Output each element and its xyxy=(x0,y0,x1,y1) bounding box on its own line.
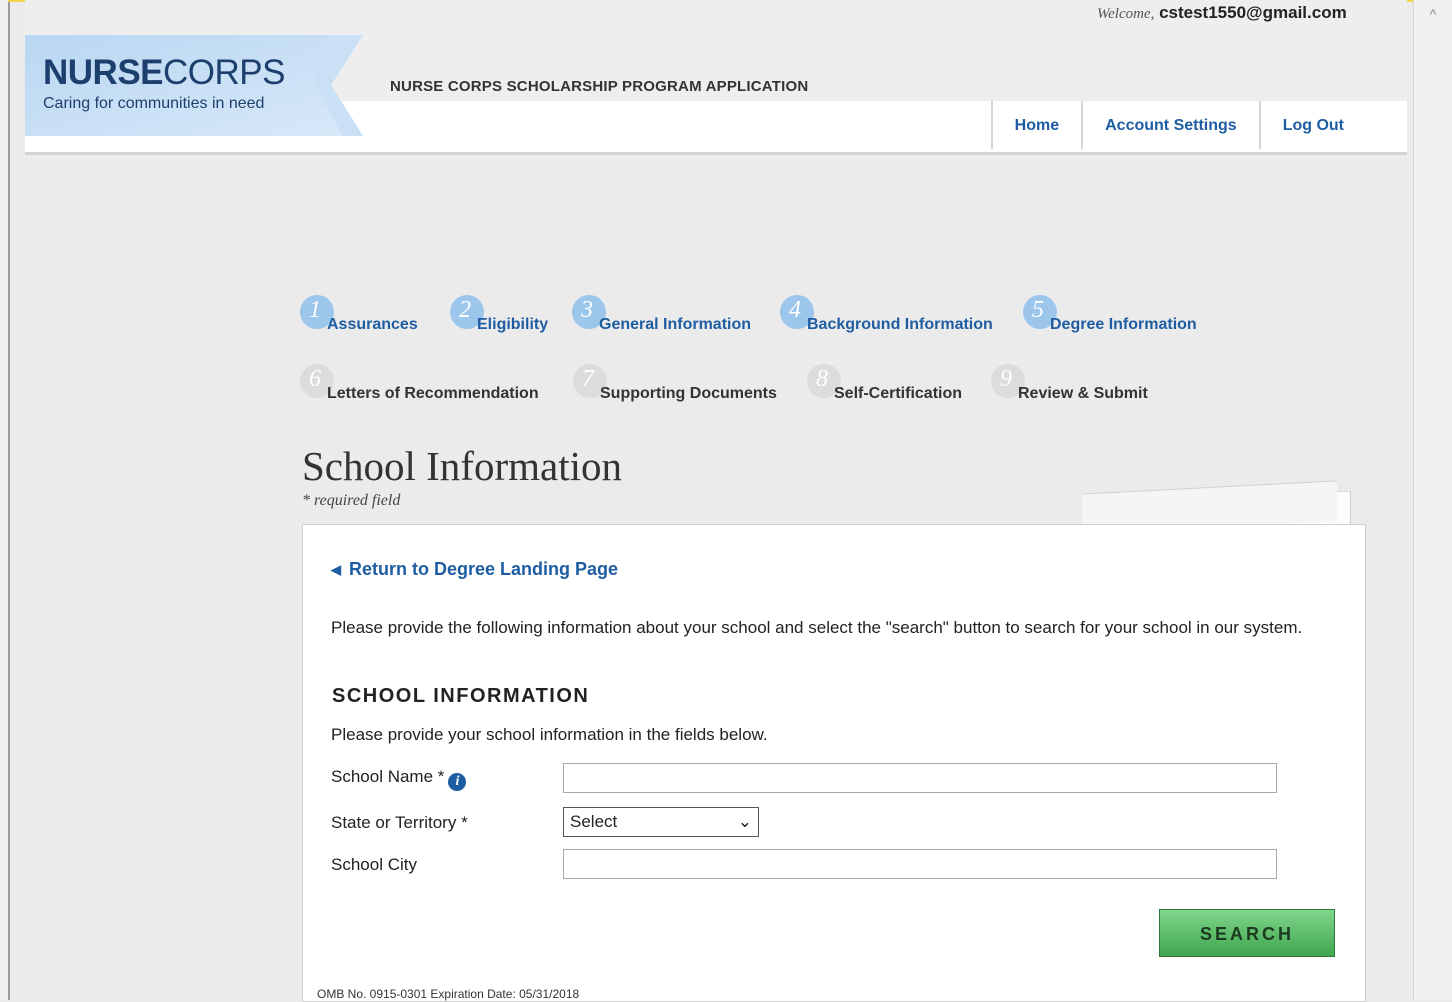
app-title: NURSE CORPS SCHOLARSHIP PROGRAM APPLICAT… xyxy=(390,78,809,95)
vertical-scrollbar[interactable]: ^ xyxy=(1413,0,1452,1000)
logo-tagline: Caring for communities in need xyxy=(43,95,265,112)
top-nav: Home Account Settings Log Out xyxy=(990,101,1366,149)
intro-text: Please provide the following information… xyxy=(331,618,1303,637)
step-label[interactable]: Eligibility xyxy=(477,316,548,334)
step-label: Supporting Documents xyxy=(600,385,777,402)
school-information-form: ◀ Return to Degree Landing Page Please pr… xyxy=(302,524,1366,1002)
state-territory-select[interactable]: Select ⌄ xyxy=(563,807,759,837)
nav-account-settings-link[interactable]: Account Settings xyxy=(1081,101,1259,149)
page-title: School Information xyxy=(302,443,622,489)
info-icon[interactable]: i xyxy=(448,773,467,791)
state-selected-value: Select xyxy=(570,812,618,831)
required-field-note: * required field xyxy=(302,492,401,509)
back-triangle-icon: ◀ xyxy=(331,562,341,577)
chevron-down-icon: ⌄ xyxy=(737,812,752,831)
logo-wordmark: NURSECORPS xyxy=(43,53,285,92)
nurse-corps-logo[interactable]: NURSECORPS Caring for communities in nee… xyxy=(25,35,365,137)
school-city-input[interactable] xyxy=(563,849,1277,879)
back-link-label: Return to Degree Landing Page xyxy=(349,559,619,579)
step-label: Letters of Recommendation xyxy=(327,385,539,402)
window-left-edge xyxy=(0,0,10,1000)
nav-log-out-link[interactable]: Log Out xyxy=(1258,101,1366,149)
welcome-username: cstest1550@gmail.com xyxy=(1159,3,1347,22)
nav-home-link[interactable]: Home xyxy=(990,101,1081,149)
welcome-message: Welcome, cstest1550@gmail.com xyxy=(1097,0,1347,27)
step-label[interactable]: Assurances xyxy=(327,316,418,334)
school-city-label: School City xyxy=(331,855,417,874)
omb-expiration-note: OMB No. 0915-0301 Expiration Date: 05/31… xyxy=(317,987,580,1001)
step-label[interactable]: Degree Information xyxy=(1050,316,1197,334)
school-name-label: School Name * i xyxy=(331,767,467,791)
step-label[interactable]: Background Information xyxy=(807,316,993,334)
state-territory-label: State or Territory * xyxy=(331,813,468,832)
scroll-up-arrow-icon[interactable]: ^ xyxy=(1424,6,1442,22)
welcome-prefix: Welcome, xyxy=(1097,6,1155,22)
return-to-degree-landing-link[interactable]: ◀ Return to Degree Landing Page xyxy=(331,559,618,580)
step-label[interactable]: General Information xyxy=(599,316,751,334)
step-label: Review & Submit xyxy=(1018,385,1148,402)
site-header: NURSECORPS Caring for communities in nee… xyxy=(25,0,1407,155)
section-subtext: Please provide your school information i… xyxy=(331,725,768,744)
section-heading: SCHOOL INFORMATION xyxy=(332,685,590,707)
search-button[interactable]: SEARCH xyxy=(1159,909,1335,957)
step-label: Self-Certification xyxy=(834,385,963,402)
school-name-input[interactable] xyxy=(563,763,1277,793)
